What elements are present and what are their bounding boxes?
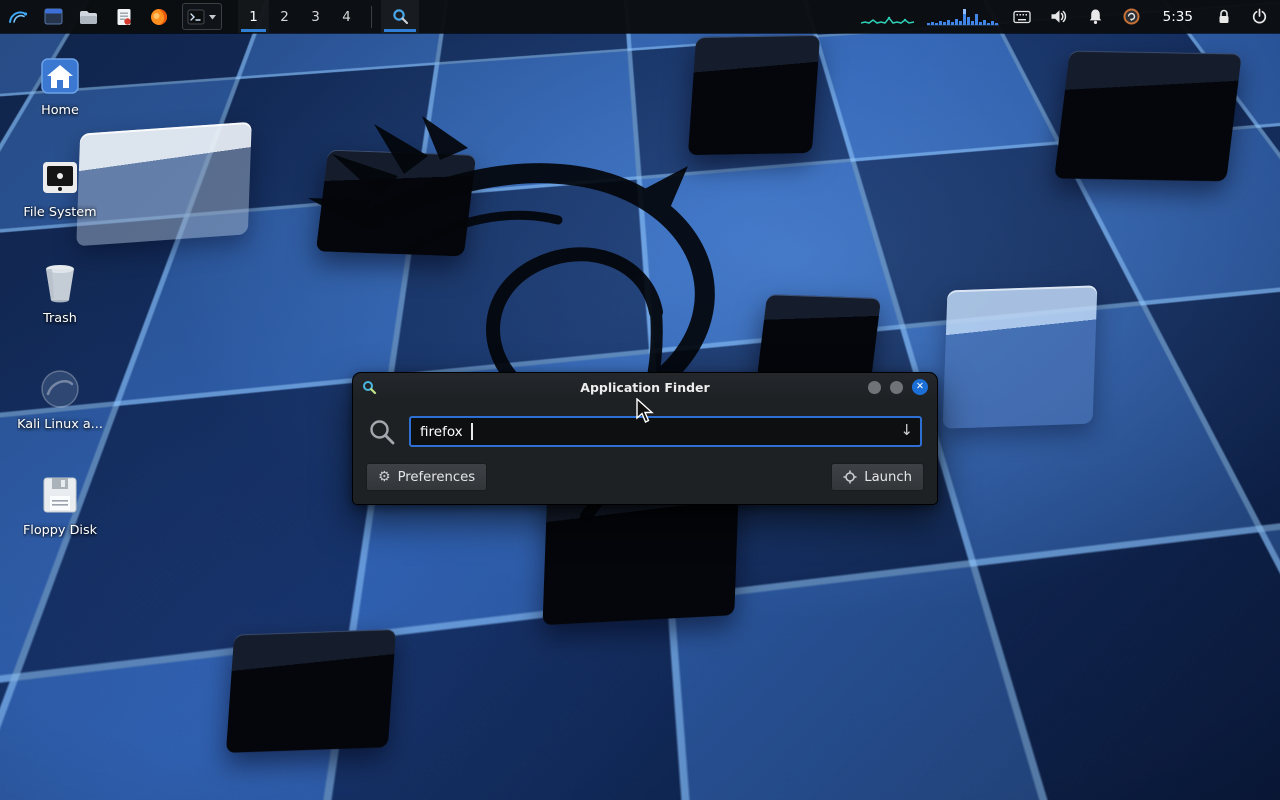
workspace-4[interactable]: 4 — [331, 0, 362, 33]
floppy-disk-icon — [38, 474, 82, 516]
cpu-graph-icon[interactable] — [861, 9, 915, 25]
top-panel: 1 2 3 4 — [0, 0, 1280, 33]
desktop-icon-home[interactable]: Home — [12, 56, 108, 118]
notifications-bell-icon[interactable] — [1087, 8, 1104, 25]
power-icon[interactable] — [1251, 8, 1268, 25]
window-title: Application Finder — [353, 380, 937, 395]
app-window-icon — [44, 8, 63, 25]
maximize-button[interactable] — [890, 381, 903, 394]
workspace-1[interactable]: 1 — [238, 0, 269, 33]
application-finder-window: Application Finder ✕ ↓ — [352, 372, 938, 505]
desktop-icon-floppy-disk[interactable]: Floppy Disk — [12, 474, 108, 538]
launch-button[interactable]: Launch — [831, 463, 924, 491]
application-finder-icon — [362, 380, 377, 395]
kali-menu-icon — [7, 6, 29, 28]
kali-linux-icon — [38, 368, 82, 410]
text-caret — [471, 423, 473, 440]
volume-icon[interactable] — [1050, 8, 1068, 25]
launcher-text-editor[interactable] — [106, 0, 141, 33]
desktop-icon-file-system[interactable]: File System — [12, 158, 108, 220]
desktop-icon-label: Trash — [43, 311, 77, 326]
desktop: Home File System Trash Kali Linux a... — [0, 0, 1280, 800]
close-icon: ✕ — [916, 382, 924, 392]
search-field-wrap: ↓ — [409, 416, 922, 447]
application-finder-task-icon — [392, 8, 409, 25]
screen-lock-icon[interactable] — [1216, 8, 1232, 25]
folder-icon — [79, 9, 98, 25]
launcher-terminal-group[interactable] — [182, 3, 222, 30]
search-icon — [368, 418, 396, 446]
preferences-label: Preferences — [398, 470, 476, 485]
gear-icon: ⚙ — [378, 470, 391, 484]
desktop-icon-label: Floppy Disk — [23, 523, 97, 538]
launch-label: Launch — [864, 470, 912, 485]
wallpaper-cube — [1054, 51, 1242, 182]
desktop-icon-label: Home — [41, 103, 79, 118]
updates-icon[interactable] — [1123, 8, 1140, 25]
chevron-down-icon[interactable] — [208, 14, 217, 20]
close-button[interactable]: ✕ — [912, 379, 928, 395]
clock[interactable]: 5:35 — [1163, 9, 1193, 25]
launcher-firefox[interactable] — [141, 0, 176, 33]
trash-icon — [38, 262, 82, 304]
desktop-icon-label: File System — [23, 205, 96, 220]
system-tray: 5:35 — [1013, 8, 1268, 25]
launcher-file-manager[interactable] — [36, 0, 71, 33]
launcher-files[interactable] — [71, 0, 106, 33]
desktop-icon-trash[interactable]: Trash — [12, 262, 108, 326]
titlebar[interactable]: Application Finder ✕ — [353, 373, 937, 401]
taskbar-application-finder[interactable] — [381, 0, 419, 33]
workspace-2[interactable]: 2 — [269, 0, 300, 33]
home-icon — [38, 56, 82, 96]
network-graph-icon[interactable] — [927, 8, 999, 26]
mouse-cursor — [636, 398, 658, 424]
workspace-switcher: 1 2 3 4 — [238, 0, 362, 33]
workspace-3[interactable]: 3 — [300, 0, 331, 33]
preferences-button[interactable]: ⚙ Preferences — [366, 463, 487, 491]
search-input[interactable] — [409, 416, 922, 447]
desktop-icon-kali-linux[interactable]: Kali Linux a... — [12, 368, 108, 432]
dropdown-arrow-icon[interactable]: ↓ — [900, 421, 913, 439]
minimize-button[interactable] — [868, 381, 881, 394]
desktop-icon-label: Kali Linux a... — [17, 417, 103, 432]
terminal-icon — [187, 9, 205, 25]
applications-menu-button[interactable] — [0, 0, 36, 33]
firefox-icon — [150, 8, 168, 26]
panel-separator — [371, 6, 372, 28]
wallpaper-cube — [226, 629, 396, 753]
launch-icon — [843, 470, 857, 484]
file-system-icon — [38, 158, 82, 198]
system-monitors — [861, 8, 999, 26]
keyboard-icon[interactable] — [1013, 10, 1031, 24]
wallpaper-cube — [943, 285, 1098, 428]
text-editor-icon — [116, 8, 132, 26]
